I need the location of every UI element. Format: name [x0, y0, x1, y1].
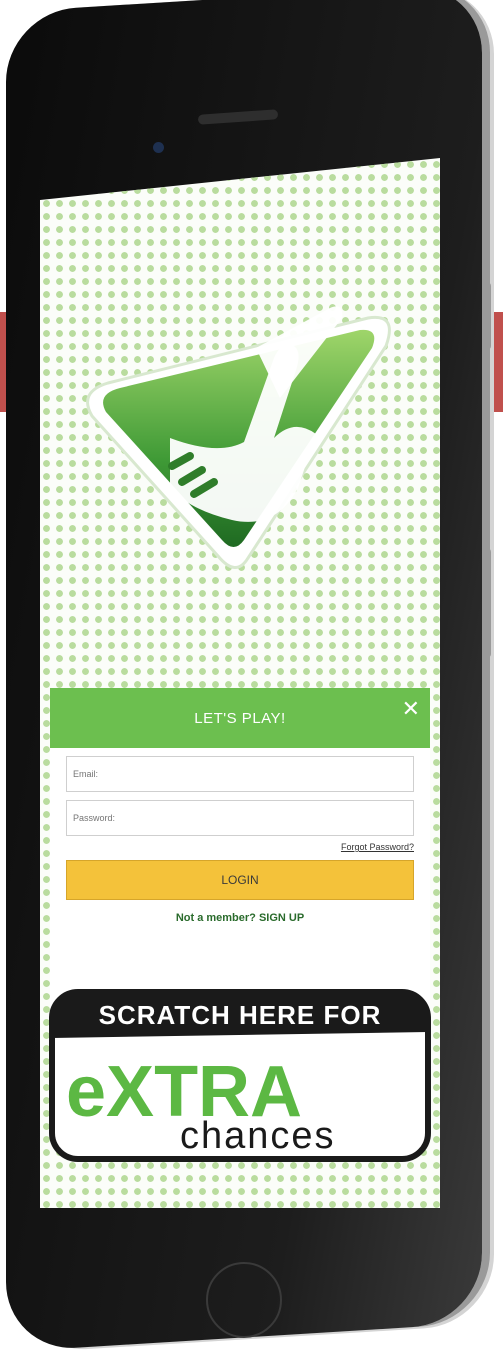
chances-text: chances — [180, 1115, 336, 1157]
forgot-password-link[interactable]: Forgot Password? — [50, 842, 414, 852]
login-header: LET'S PLAY! ✕ — [50, 688, 430, 748]
login-button[interactable]: LOGIN — [66, 860, 414, 900]
home-button[interactable] — [206, 1262, 282, 1338]
signup-link[interactable]: Not a member? SIGN UP — [50, 912, 430, 924]
login-title: LET'S PLAY! — [194, 709, 286, 727]
email-field[interactable] — [66, 756, 414, 792]
close-icon[interactable]: ✕ — [402, 698, 420, 720]
fingers-crossed-logo-icon — [86, 306, 391, 569]
login-panel: LET'S PLAY! ✕ Forgot Password? LOGIN Not… — [50, 688, 430, 1008]
phone-side-button-lower — [482, 548, 491, 658]
phone-camera-icon — [153, 142, 164, 153]
scratch-text: SCRATCH HERE FOR — [99, 1000, 382, 1030]
phone-side-button-upper — [482, 282, 491, 350]
scratch-extra-chances-banner[interactable]: SCRATCH HERE FOR eXTRA chances — [48, 988, 432, 1163]
phone-screen: LET'S PLAY! ✕ Forgot Password? LOGIN Not… — [40, 158, 440, 1208]
password-field[interactable] — [66, 800, 414, 836]
